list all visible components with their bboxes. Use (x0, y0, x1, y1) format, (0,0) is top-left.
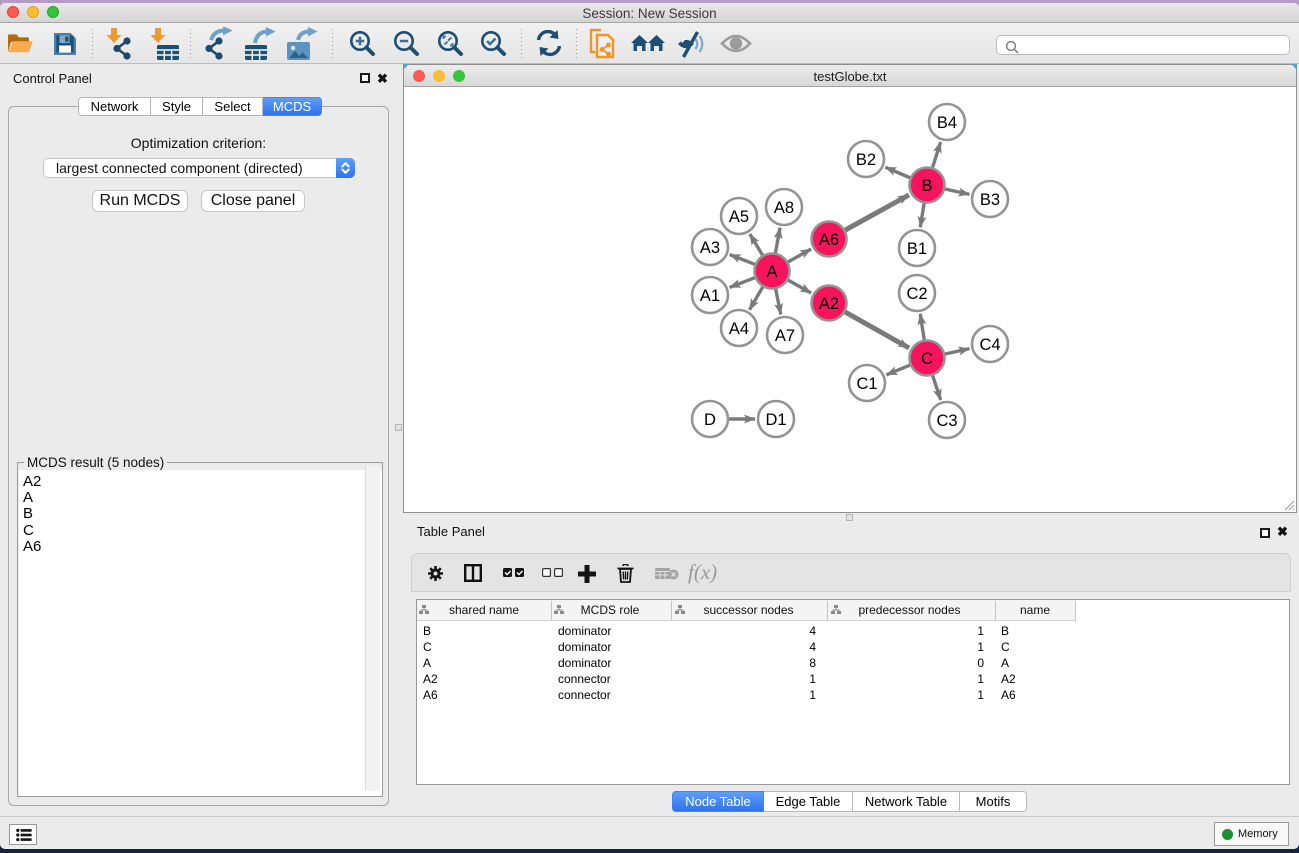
svg-text:C3: C3 (936, 412, 957, 430)
svg-text:C: C (921, 350, 933, 368)
svg-text:C4: C4 (979, 336, 1000, 354)
svg-text:A5: A5 (729, 208, 749, 226)
svg-text:A4: A4 (729, 320, 749, 338)
svg-text:A3: A3 (700, 239, 720, 257)
svg-text:B4: B4 (937, 114, 957, 132)
svg-text:B: B (921, 177, 932, 195)
svg-text:A6: A6 (819, 231, 839, 249)
svg-text:C2: C2 (906, 285, 927, 303)
svg-text:B2: B2 (856, 151, 876, 169)
svg-text:A2: A2 (819, 295, 839, 313)
svg-text:A: A (766, 263, 777, 281)
svg-text:A1: A1 (700, 287, 720, 305)
svg-text:D: D (704, 411, 716, 429)
svg-text:C1: C1 (856, 375, 877, 393)
svg-text:B1: B1 (907, 240, 927, 258)
svg-text:D1: D1 (765, 411, 786, 429)
svg-text:B3: B3 (980, 191, 1000, 209)
svg-text:A8: A8 (774, 199, 794, 217)
svg-text:A7: A7 (775, 327, 795, 345)
